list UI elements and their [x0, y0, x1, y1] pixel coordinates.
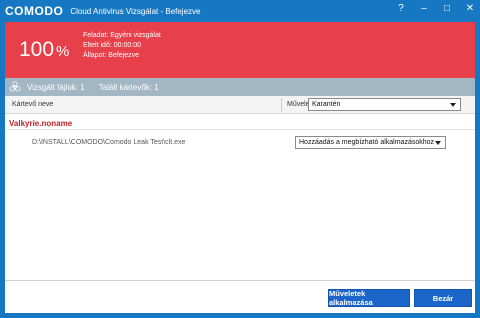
window-controls: ? – □ ✕ — [395, 3, 476, 15]
biohazard-icon — [9, 81, 21, 92]
apply-actions-button[interactable]: Műveletek alkalmazása — [328, 289, 410, 307]
scanned-files-count: Vizsgált fájlok: 1 — [27, 82, 85, 92]
chevron-down-icon — [435, 140, 441, 145]
table-header: Kártevő neve Művelet Karantén — [5, 96, 475, 114]
action-all-select[interactable]: Karantén — [308, 98, 461, 111]
help-button[interactable]: ? — [395, 3, 407, 15]
group-divider — [5, 129, 475, 130]
close-dialog-button[interactable]: Bezár — [414, 289, 472, 307]
column-divider — [281, 98, 282, 112]
threats-found-count: Talált kártevők: 1 — [98, 82, 159, 92]
maximize-button[interactable]: □ — [441, 3, 453, 15]
threat-action-select[interactable]: Hozzáadás a megbízható alkalmazásokhoz — [295, 136, 446, 149]
footer-divider — [5, 280, 475, 281]
minimize-button[interactable]: – — [418, 3, 430, 15]
progress-value: 100 — [19, 38, 55, 61]
status-details: Feladat: Egyéni vizsgálat Eltelt idő: 00… — [83, 31, 161, 61]
summary-bar: Vizsgált fájlok: 1 Talált kártevők: 1 — [5, 78, 475, 96]
action-all-value: Karantén — [312, 101, 341, 108]
threat-file-path: D:\INSTALL\COMODO\Comodo Leak Test\clt.e… — [32, 139, 186, 146]
threat-group-title: Valkyrie.noname — [9, 119, 73, 128]
task-label: Feladat: Egyéni vizsgálat — [83, 32, 161, 39]
elapsed-time: Eltelt idő: 00:00:00 — [83, 42, 141, 49]
column-threat-name: Kártevő neve — [12, 101, 54, 108]
percent-sign: % — [56, 43, 70, 60]
scan-status-panel: 100% Feladat: Egyéni vizsgálat Eltelt id… — [5, 22, 475, 78]
comodo-logo: COMODO — [5, 4, 64, 18]
threat-action-value: Hozzáadás a megbízható alkalmazásokhoz — [299, 139, 435, 146]
state-label: Állapot: Befejezve — [83, 52, 140, 59]
close-button[interactable]: ✕ — [464, 3, 476, 15]
scan-results-panel: 100% Feladat: Egyéni vizsgálat Eltelt id… — [5, 22, 475, 313]
title-bar: COMODO Cloud Antivirus Vizsgálat - Befej… — [0, 0, 480, 22]
chevron-down-icon — [450, 102, 456, 107]
window-title: Cloud Antivirus Vizsgálat - Befejezve — [70, 6, 201, 16]
progress-percent: 100% — [19, 38, 69, 62]
